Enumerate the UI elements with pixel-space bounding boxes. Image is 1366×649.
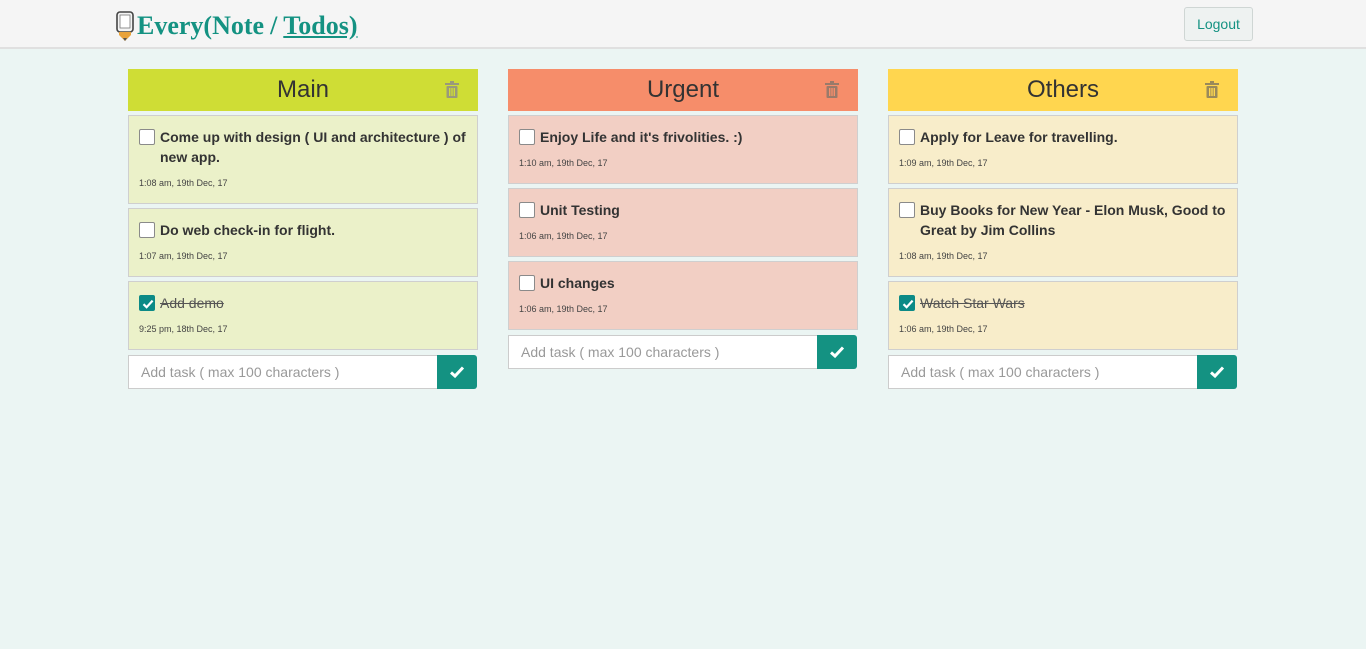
task-text: Buy Books for New Year - Elon Musk, Good… bbox=[920, 202, 1226, 238]
task-timestamp: 9:25 pm, 18th Dec, 17 bbox=[139, 324, 228, 334]
trash-icon[interactable] bbox=[1205, 81, 1219, 98]
task-text: UI changes bbox=[540, 275, 615, 291]
board-urgent: Urgent Enjoy Life and it's frivolities. … bbox=[508, 69, 858, 369]
brand-separator: / bbox=[270, 11, 278, 40]
task-text: Unit Testing bbox=[540, 202, 620, 218]
task-checkbox[interactable] bbox=[519, 202, 535, 218]
task-checkbox[interactable] bbox=[139, 129, 155, 145]
task-timestamp: 1:09 am, 19th Dec, 17 bbox=[899, 158, 988, 168]
notepad-pencil-icon bbox=[116, 11, 134, 41]
add-task-row bbox=[888, 355, 1238, 389]
brand-title: Every(Note bbox=[137, 11, 265, 40]
task-checkbox[interactable] bbox=[899, 202, 915, 218]
task-card: Unit Testing 1:06 am, 19th Dec, 17 bbox=[508, 188, 858, 257]
task-text: Apply for Leave for travelling. bbox=[920, 129, 1118, 145]
add-task-row bbox=[508, 335, 858, 369]
todos-link[interactable]: Todos) bbox=[283, 11, 357, 41]
task-text: Come up with design ( UI and architectur… bbox=[160, 129, 466, 165]
task-timestamp: 1:06 am, 19th Dec, 17 bbox=[519, 304, 608, 314]
add-task-input[interactable] bbox=[128, 355, 437, 389]
task-text: Watch Star Wars bbox=[920, 295, 1025, 311]
check-icon bbox=[142, 299, 154, 309]
logout-button[interactable]: Logout bbox=[1184, 7, 1253, 41]
task-checkbox[interactable] bbox=[899, 129, 915, 145]
navbar: Every(Note / Todos) Logout bbox=[0, 0, 1366, 49]
check-icon bbox=[1210, 366, 1225, 379]
task-card: Enjoy Life and it's frivolities. :) 1:10… bbox=[508, 115, 858, 184]
task-checkbox[interactable] bbox=[899, 295, 915, 311]
add-task-button[interactable] bbox=[437, 355, 477, 389]
task-timestamp: 1:08 am, 19th Dec, 17 bbox=[899, 251, 988, 261]
add-task-row bbox=[128, 355, 478, 389]
task-checkbox[interactable] bbox=[519, 275, 535, 291]
task-card: Add demo 9:25 pm, 18th Dec, 17 bbox=[128, 281, 478, 350]
add-task-button[interactable] bbox=[1197, 355, 1237, 389]
trash-icon[interactable] bbox=[825, 81, 839, 98]
task-checkbox[interactable] bbox=[139, 295, 155, 311]
task-timestamp: 1:07 am, 19th Dec, 17 bbox=[139, 251, 228, 261]
board-header: Others bbox=[888, 69, 1238, 111]
brand: Every(Note / Todos) bbox=[116, 9, 358, 43]
task-card: UI changes 1:06 am, 19th Dec, 17 bbox=[508, 261, 858, 330]
task-checkbox[interactable] bbox=[519, 129, 535, 145]
check-icon bbox=[830, 346, 845, 359]
board-title: Main bbox=[276, 76, 330, 103]
board-others: Others Apply for Leave for travelling. 1… bbox=[888, 69, 1238, 389]
task-card: Apply for Leave for travelling. 1:09 am,… bbox=[888, 115, 1238, 184]
add-task-input[interactable] bbox=[508, 335, 817, 369]
board-title: Others bbox=[1026, 76, 1100, 103]
trash-icon[interactable] bbox=[445, 81, 459, 98]
task-timestamp: 1:06 am, 19th Dec, 17 bbox=[899, 324, 988, 334]
check-icon bbox=[902, 299, 914, 309]
task-card: Watch Star Wars 1:06 am, 19th Dec, 17 bbox=[888, 281, 1238, 350]
task-text: Enjoy Life and it's frivolities. :) bbox=[540, 129, 743, 145]
board-header: Urgent bbox=[508, 69, 858, 111]
task-timestamp: 1:06 am, 19th Dec, 17 bbox=[519, 231, 608, 241]
task-checkbox[interactable] bbox=[139, 222, 155, 238]
board-header: Main bbox=[128, 69, 478, 111]
board-title: Urgent bbox=[646, 76, 720, 103]
task-card: Do web check-in for flight. 1:07 am, 19t… bbox=[128, 208, 478, 277]
task-text: Add demo bbox=[160, 295, 224, 311]
task-text: Do web check-in for flight. bbox=[160, 222, 336, 238]
task-timestamp: 1:10 am, 19th Dec, 17 bbox=[519, 158, 608, 168]
board-main: Main Come up with design ( UI and archit… bbox=[128, 69, 478, 389]
task-card: Buy Books for New Year - Elon Musk, Good… bbox=[888, 188, 1238, 277]
task-card: Come up with design ( UI and architectur… bbox=[128, 115, 478, 204]
add-task-input[interactable] bbox=[888, 355, 1197, 389]
add-task-button[interactable] bbox=[817, 335, 857, 369]
task-timestamp: 1:08 am, 19th Dec, 17 bbox=[139, 178, 228, 188]
check-icon bbox=[450, 366, 465, 379]
